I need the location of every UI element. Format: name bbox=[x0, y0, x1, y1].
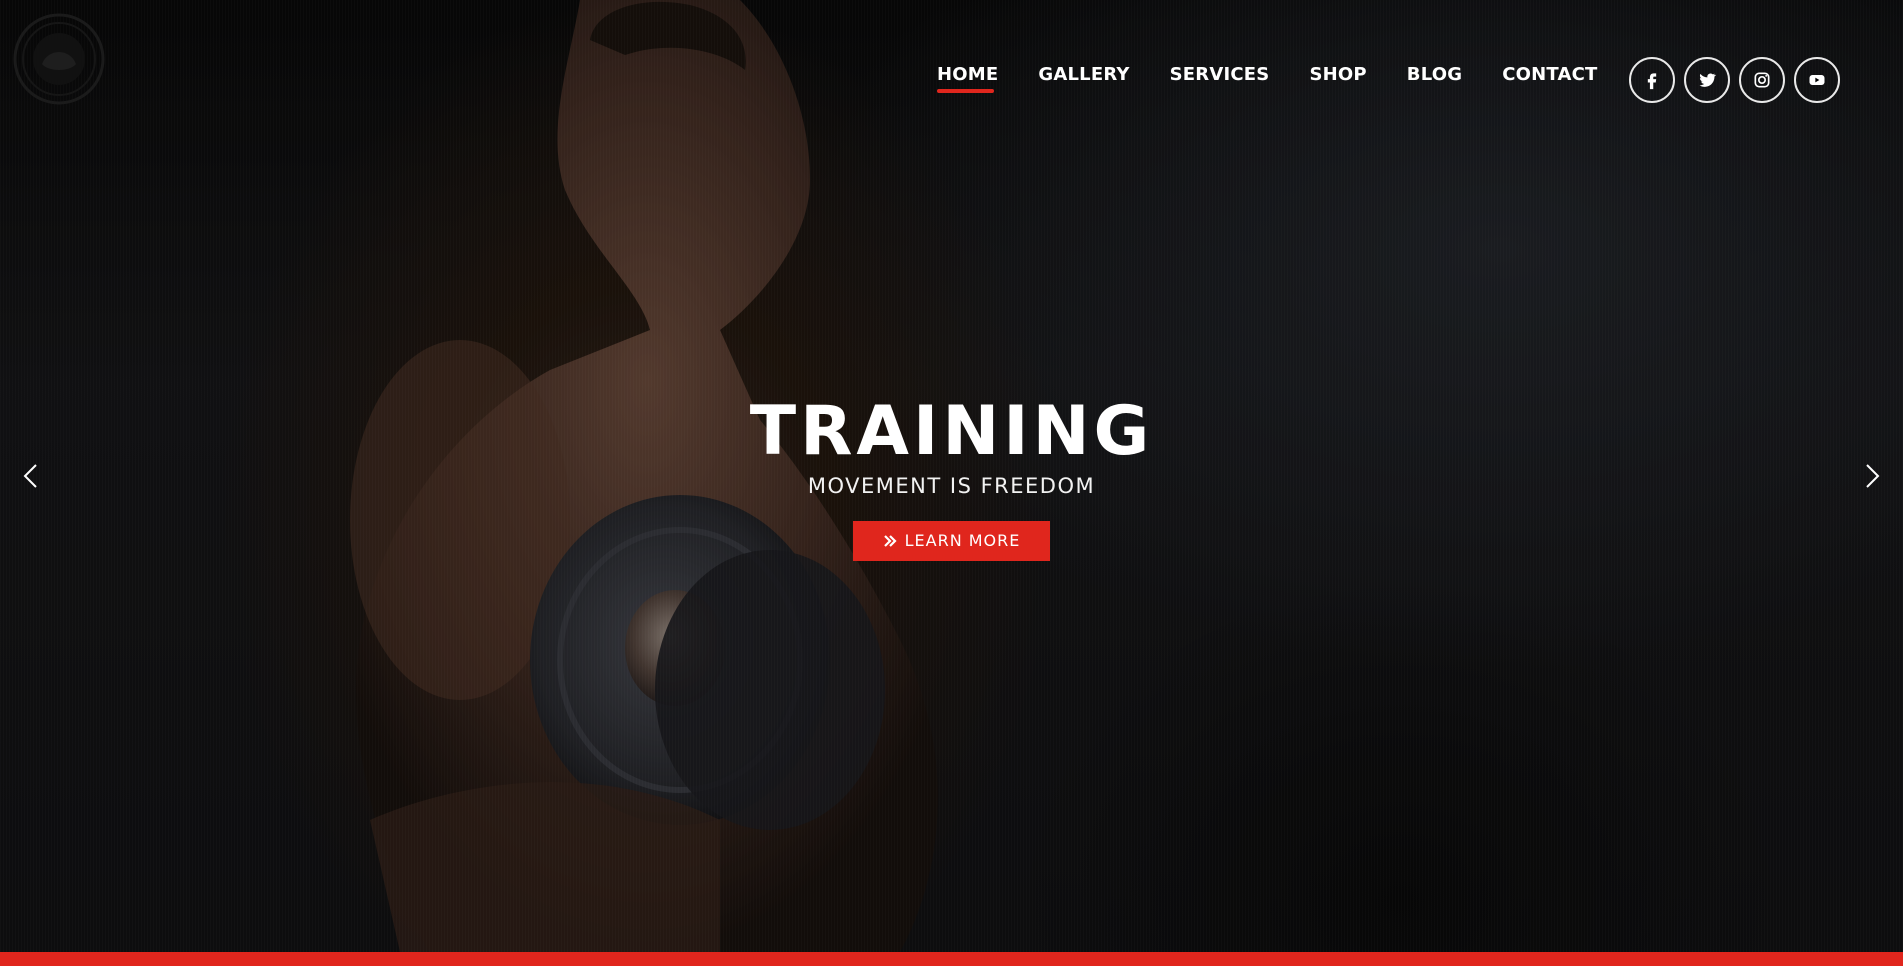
twitter-icon bbox=[1699, 73, 1717, 87]
instagram-icon bbox=[1754, 72, 1770, 88]
social-links bbox=[1629, 57, 1840, 103]
twitter-link[interactable] bbox=[1684, 57, 1730, 103]
nav-blog[interactable]: BLOG bbox=[1407, 64, 1462, 85]
nav-services[interactable]: SERVICES bbox=[1170, 64, 1270, 85]
accent-bar bbox=[0, 952, 1903, 966]
youtube-icon bbox=[1809, 75, 1825, 85]
learn-more-button[interactable]: LEARN MORE bbox=[852, 521, 1051, 561]
hero-title: TRAINING bbox=[749, 392, 1154, 471]
youtube-link[interactable] bbox=[1794, 57, 1840, 103]
main-nav: HOME GALLERY SERVICES SHOP BLOG CONTACT bbox=[937, 64, 1598, 93]
double-chevron-right-icon bbox=[883, 534, 897, 547]
instagram-link[interactable] bbox=[1739, 57, 1785, 103]
hero-slider: HOME GALLERY SERVICES SHOP BLOG CONTACT … bbox=[0, 0, 1903, 952]
facebook-link[interactable] bbox=[1629, 57, 1675, 103]
learn-more-label: LEARN MORE bbox=[904, 531, 1021, 550]
nav-home[interactable]: HOME bbox=[937, 64, 998, 93]
hero-subtitle: MOVEMENT IS FREEDOM bbox=[807, 474, 1096, 498]
nav-gallery[interactable]: GALLERY bbox=[1038, 64, 1129, 85]
brand-logo[interactable] bbox=[12, 12, 106, 106]
nav-contact[interactable]: CONTACT bbox=[1502, 64, 1597, 85]
nav-shop[interactable]: SHOP bbox=[1309, 64, 1366, 85]
hero-content: TRAINING MOVEMENT IS FREEDOM LEARN MORE bbox=[0, 392, 1903, 561]
facebook-icon bbox=[1647, 73, 1657, 90]
